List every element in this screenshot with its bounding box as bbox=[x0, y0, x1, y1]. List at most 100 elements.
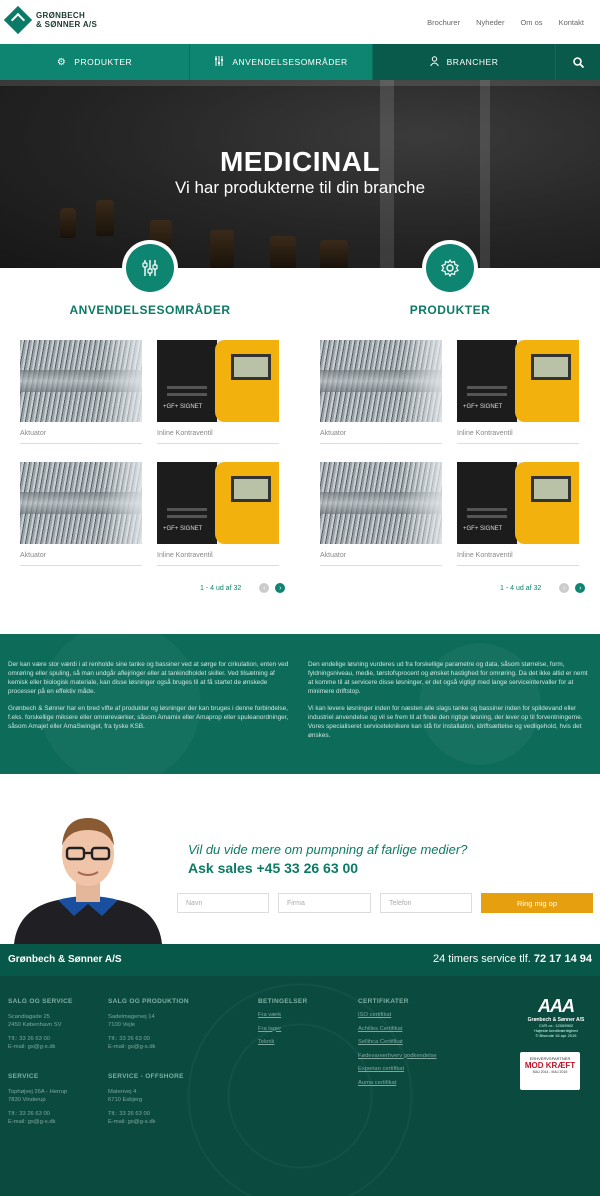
card-image: +GF+ SIGNET bbox=[457, 340, 579, 422]
prev-page-button[interactable]: ‹ bbox=[259, 583, 270, 593]
nav-brancher-label: BRANCHER bbox=[446, 57, 499, 67]
logo-line1: GRØNBECH bbox=[36, 11, 86, 20]
nav-produkter-label: PRODUKTER bbox=[74, 57, 133, 67]
info-paragraph: Den endelige løsning vurderes ud fra for… bbox=[308, 661, 588, 695]
next-page-button[interactable]: › bbox=[275, 583, 286, 593]
product-card[interactable]: +GF+ SIGNET Inline Kontraventil bbox=[457, 462, 579, 566]
card-label: Aktuator bbox=[320, 552, 442, 566]
company-logo[interactable]: GRØNBECH & SØNNER A/S bbox=[3, 5, 98, 35]
card-label: Aktuator bbox=[20, 552, 142, 566]
hero-banner: MEDICINAL Vi har produkterne til din bra… bbox=[0, 80, 600, 268]
footer-col-service-offshore: SERVICE - OFFSHORE Materivej 4 6710 Esbj… bbox=[108, 1073, 218, 1126]
footer-email-link[interactable]: E-mail: gs@g-s.dk bbox=[8, 1118, 98, 1126]
logo-line2: & SØNNER A/S bbox=[36, 20, 98, 29]
card-label: Inline Kontraventil bbox=[457, 552, 579, 566]
info-column-left: Der kan være stor værdi i at renholde si… bbox=[8, 660, 290, 739]
sliders-icon bbox=[142, 260, 158, 276]
hero-subtitle: Vi har produkterne til din branche bbox=[174, 178, 426, 197]
name-input[interactable]: Navn bbox=[177, 893, 269, 913]
gear-icon bbox=[441, 258, 459, 278]
search-button[interactable] bbox=[556, 44, 600, 80]
footer-link[interactable]: Auma certifikat bbox=[358, 1077, 468, 1091]
footer-bar: Grønbech & Sønner A/S 24 timers service … bbox=[0, 944, 600, 976]
site-footer: SALG OG SERVICE Scandiagade 25 2450 Købe… bbox=[0, 976, 600, 1196]
footer-col-salg-service: SALG OG SERVICE Scandiagade 25 2450 Købe… bbox=[8, 998, 98, 1051]
footer-heading: SALG OG SERVICE bbox=[8, 998, 73, 1005]
sliders-icon bbox=[214, 55, 224, 69]
footer-heading: CERTIFIKATER bbox=[358, 998, 409, 1005]
footer-link[interactable]: Teknik bbox=[258, 1036, 338, 1050]
phone-input[interactable]: Telefon bbox=[380, 893, 472, 913]
card-image bbox=[320, 340, 442, 422]
footer-col-salg-produktion: SALG OG PRODUKTION Sadelmagervej 14 7100… bbox=[108, 998, 218, 1051]
footer-heading: BETINGELSER bbox=[258, 998, 308, 1005]
footer-link[interactable]: Fra værk bbox=[258, 1009, 338, 1023]
section-title-produkter: PRODUKTER bbox=[409, 303, 491, 317]
service-phone-label: 24 timers service tlf. bbox=[433, 953, 531, 965]
footer-link[interactable]: Fødevareerhverv godkendelse bbox=[358, 1050, 468, 1064]
card-image: +GF+ SIGNET bbox=[157, 462, 279, 544]
product-card[interactable]: Aktuator bbox=[20, 340, 142, 444]
top-navigation: Brochurer Nyheder Om os Kontakt bbox=[427, 18, 584, 27]
hero-title: MEDICINAL bbox=[219, 146, 381, 177]
pagination: 1 - 4 ud af 32 ‹ › bbox=[500, 583, 586, 593]
card-label: Inline Kontraventil bbox=[157, 430, 279, 444]
aaa-rating-badge[interactable]: AAA Grønbech & Sønner A/S CVR-nr.: 12009… bbox=[526, 996, 586, 1038]
info-paragraph: Der kan være stor værdi i at renholde si… bbox=[8, 661, 289, 695]
footer-link[interactable]: ISO certifikat bbox=[358, 1009, 468, 1023]
product-card[interactable]: +GF+ SIGNET Inline Kontraventil bbox=[157, 340, 279, 444]
card-label: Aktuator bbox=[20, 430, 142, 444]
pagination: 1 - 4 ud af 32 ‹ › bbox=[200, 583, 286, 593]
footer-email-link[interactable]: E-mail: gs@g-s.dk bbox=[108, 1043, 218, 1051]
product-card[interactable]: +GF+ SIGNET Inline Kontraventil bbox=[157, 462, 279, 566]
nav-brancher[interactable]: BRANCHER bbox=[373, 44, 556, 80]
footer-col-betingelser: BETINGELSER Fra værk Fra lager Teknik bbox=[258, 998, 338, 1050]
product-card[interactable]: Aktuator bbox=[320, 462, 442, 566]
call-me-button[interactable]: Ring mig op bbox=[481, 893, 593, 913]
footer-email-link[interactable]: E-mail: gs@g-s.dk bbox=[108, 1118, 218, 1126]
product-card[interactable]: Aktuator bbox=[320, 340, 442, 444]
sales-person-photo bbox=[8, 808, 168, 944]
topnav-brochurer[interactable]: Brochurer bbox=[427, 18, 460, 27]
section-title-anvendelsesomraader: ANVENDELSESOMRÅDER bbox=[69, 303, 231, 317]
topnav-om-os[interactable]: Om os bbox=[520, 18, 542, 27]
cancer-partner-badge[interactable]: ERHVERVSPARTNER MOD KRÆFT MAJ 2014 - MAJ… bbox=[520, 1052, 580, 1090]
service-phone[interactable]: 24 timers service tlf. 72 17 14 94 bbox=[433, 953, 592, 965]
footer-link[interactable]: Achilles Certifikat bbox=[358, 1023, 468, 1037]
site-header: GRØNBECH & SØNNER A/S Brochurer Nyheder … bbox=[0, 0, 600, 44]
cta-phone[interactable]: Ask sales +45 33 26 63 00 bbox=[188, 860, 358, 876]
section-icon-circle bbox=[126, 244, 174, 292]
info-paragraph: Vi kan levere løsninger inden for næsten… bbox=[308, 705, 583, 739]
footer-heading: SALG OG PRODUKTION bbox=[108, 998, 189, 1005]
footer-link[interactable]: Sellihca Certifikat bbox=[358, 1036, 468, 1050]
aaa-logo: AAA bbox=[538, 996, 575, 1016]
cta-question: Vil du vide mere om pumpning af farlige … bbox=[188, 842, 468, 857]
prev-page-button[interactable]: ‹ bbox=[559, 583, 570, 593]
next-page-button[interactable]: › bbox=[575, 583, 586, 593]
nav-produkter[interactable]: ⚙ PRODUKTER bbox=[0, 44, 190, 80]
footer-link[interactable]: Experian certifikat bbox=[358, 1063, 468, 1077]
card-label: Inline Kontraventil bbox=[157, 552, 279, 566]
info-column-right: Den endelige løsning vurderes ud fra for… bbox=[308, 660, 592, 748]
gear-icon: ⚙ bbox=[56, 56, 67, 68]
card-image bbox=[20, 462, 142, 544]
nav-anvendelsesomraader-label: ANVENDELSESOMRÅDER bbox=[232, 57, 348, 67]
info-paragraph: Grønbech & Sønner har en bred vifte af p… bbox=[8, 705, 289, 730]
card-label: Aktuator bbox=[320, 430, 442, 444]
user-icon bbox=[429, 55, 439, 69]
card-image bbox=[20, 340, 142, 422]
product-card[interactable]: Aktuator bbox=[20, 462, 142, 566]
product-card[interactable]: +GF+ SIGNET Inline Kontraventil bbox=[457, 340, 579, 444]
nav-anvendelsesomraader[interactable]: ANVENDELSESOMRÅDER bbox=[190, 44, 373, 80]
footer-company-name: Grønbech & Sønner A/S bbox=[8, 954, 122, 965]
pagination-text: 1 - 4 ud af 32 bbox=[200, 584, 242, 592]
footer-link[interactable]: Fra lager bbox=[258, 1023, 338, 1037]
logo-icon bbox=[3, 5, 33, 35]
topnav-nyheder[interactable]: Nyheder bbox=[476, 18, 504, 27]
topnav-kontakt[interactable]: Kontakt bbox=[559, 18, 584, 27]
company-input[interactable]: Firma bbox=[278, 893, 371, 913]
card-label: Inline Kontraventil bbox=[457, 430, 579, 444]
footer-heading: SERVICE - OFFSHORE bbox=[108, 1073, 184, 1080]
pagination-text: 1 - 4 ud af 32 bbox=[500, 584, 542, 592]
footer-email-link[interactable]: E-mail: gs@g-s.dk bbox=[8, 1043, 98, 1051]
